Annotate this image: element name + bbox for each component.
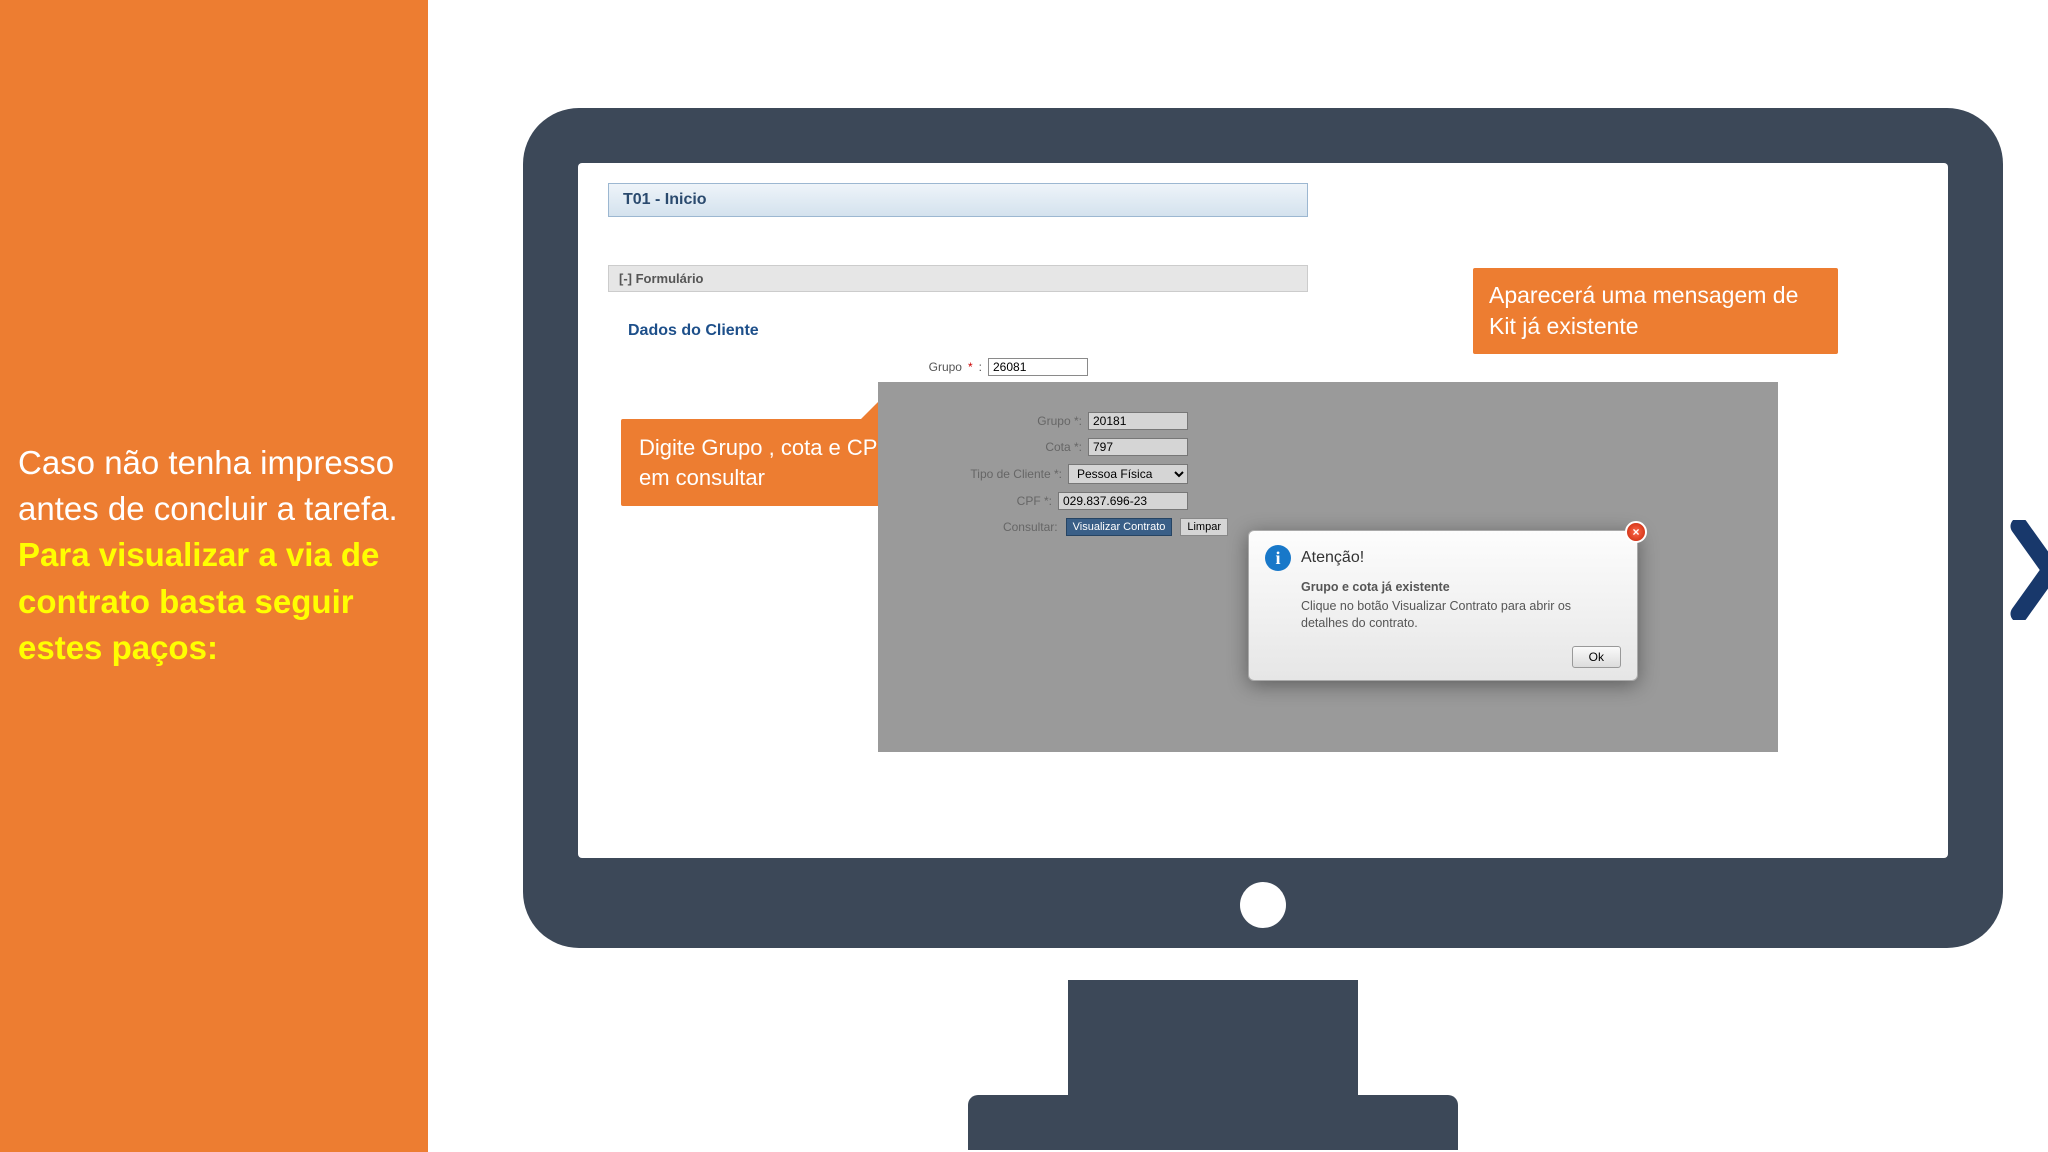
- overlay-row-tipo: Tipo de Cliente *: Pessoa Física: [908, 464, 1748, 484]
- monitor-base: [968, 1095, 1458, 1150]
- dialog-message-text: Clique no botão Visualizar Contrato para…: [1301, 599, 1571, 630]
- input-grupo[interactable]: [988, 358, 1088, 376]
- dialog-body: Grupo e cota já existente Clique no botã…: [1301, 579, 1621, 632]
- dialog-ok-button[interactable]: Ok: [1572, 646, 1621, 668]
- overlay-input-cota[interactable]: [1088, 438, 1188, 456]
- label-grupo: Grupo: [929, 360, 962, 374]
- section-toggle-label: [-] Formulário: [619, 271, 704, 286]
- overlay-label-cota: Cota *:: [1045, 440, 1082, 454]
- sidebar-panel: Caso não tenha impresso antes de conclui…: [0, 0, 428, 1152]
- dialog-footer: Ok: [1265, 646, 1621, 668]
- chevron-right-icon: [2008, 520, 2048, 620]
- overlay-label-cpf: CPF *:: [1017, 494, 1052, 508]
- dialog-title: Atenção!: [1301, 549, 1364, 567]
- sidebar-text-intro: Caso não tenha impresso antes de conclui…: [18, 444, 398, 527]
- dialog-header: i Atenção!: [1265, 545, 1621, 571]
- overlay-row-cpf: CPF *:: [908, 492, 1748, 510]
- overlay-label-grupo: Grupo *:: [1037, 414, 1082, 428]
- form-section-toggle[interactable]: [-] Formulário: [608, 265, 1308, 292]
- overlay-input-cpf[interactable]: [1058, 492, 1188, 510]
- page-header: T01 - Inicio: [608, 183, 1308, 217]
- visualizar-contrato-button[interactable]: Visualizar Contrato: [1066, 518, 1173, 536]
- next-slide-arrow[interactable]: [2008, 520, 2048, 620]
- overlay-row-cota: Cota *:: [908, 438, 1748, 456]
- form-section-title: Dados do Cliente: [628, 322, 1308, 340]
- overlay-input-grupo[interactable]: [1088, 412, 1188, 430]
- main-area: T01 - Inicio [-] Formulário Dados do Cli…: [428, 0, 2048, 1152]
- overlay-row-grupo: Grupo *:: [908, 412, 1748, 430]
- monitor-camera: [1240, 882, 1286, 928]
- row-grupo: Grupo *:: [608, 358, 1308, 376]
- overlay-limpar-button[interactable]: Limpar: [1180, 518, 1228, 536]
- dialog-close-button[interactable]: ×: [1625, 521, 1647, 543]
- overlay-label-tipo: Tipo de Cliente *:: [970, 467, 1062, 481]
- callout-kit-message: Aparecerá uma mensagem de Kit já existen…: [1473, 268, 1838, 354]
- overlay-consultar-label: Consultar:: [1003, 520, 1058, 534]
- info-icon: i: [1265, 545, 1291, 571]
- attention-dialog: × i Atenção! Grupo e cota já existente C…: [1248, 530, 1638, 681]
- sidebar-text-highlight: Para visualizar a via de contrato basta …: [18, 536, 379, 665]
- dialog-message-bold: Grupo e cota já existente: [1301, 579, 1621, 596]
- overlay-select-tipo[interactable]: Pessoa Física: [1068, 464, 1188, 484]
- required-mark: *: [968, 360, 973, 374]
